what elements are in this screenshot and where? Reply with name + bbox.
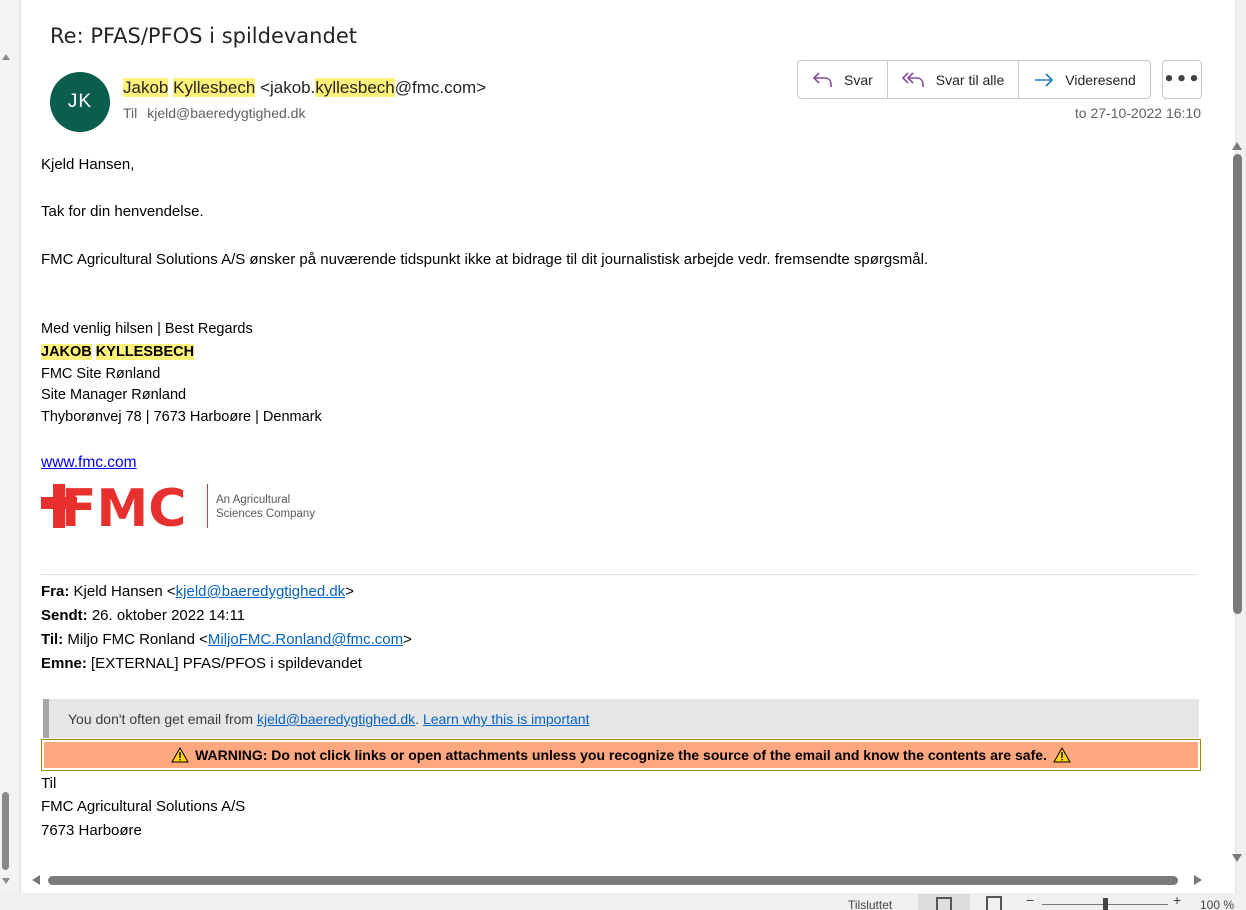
reply-all-label: Svar til alle <box>935 71 1005 88</box>
signature-first-name: JAKOB <box>41 344 92 360</box>
signature-name: JAKOB KYLLESBECH <box>41 344 195 360</box>
recipient-line: Til kjeld@baeredygtighed.dk <box>123 105 305 121</box>
message-actions: Svar Svar til alle Videresend <box>797 60 1151 99</box>
normal-view-button[interactable] <box>918 894 970 910</box>
divider <box>41 574 1197 575</box>
scroll-thumb[interactable] <box>2 792 9 870</box>
signature-last-name: KYLLESBECH <box>95 344 195 360</box>
scroll-left-icon[interactable] <box>32 875 40 885</box>
reply-all-icon <box>901 71 924 87</box>
body-line-2: FMC Agricultural Solutions A/S ønsker på… <box>41 251 929 268</box>
reading-view-icon[interactable] <box>986 896 1002 910</box>
email-subject: Re: PFAS/PFOS i spildevandet <box>50 24 357 48</box>
sender-first-name: Jakob <box>123 78 169 97</box>
reply-button[interactable]: Svar <box>798 61 888 98</box>
scroll-thumb[interactable] <box>48 876 1178 885</box>
to-address[interactable]: kjeld@baeredygtighed.dk <box>147 105 305 121</box>
quoted-to-name: Miljo FMC Ronland < <box>67 631 208 648</box>
connection-status: Tilsluttet <box>848 898 893 910</box>
body-line-1: Tak for din henvendelse. <box>41 203 204 220</box>
signature-regards: Med venlig hilsen | Best Regards <box>41 321 253 337</box>
message-vertical-scrollbar[interactable] <box>1229 138 1245 868</box>
reply-icon <box>812 71 832 87</box>
quoted-body-line-1: Til <box>41 775 57 792</box>
quoted-subject-value: [EXTERNAL] PFAS/PFOS i spildevandet <box>91 655 362 672</box>
sender-email-highlight: kyllesbech <box>315 78 395 97</box>
to-label: Til <box>123 105 138 121</box>
sender-line[interactable]: Jakob Kyllesbech <jakob.kyllesbech@fmc.c… <box>123 78 486 98</box>
forward-label: Videresend <box>1065 71 1136 88</box>
quoted-subject: Emne: [EXTERNAL] PFAS/PFOS i spildevande… <box>41 655 362 672</box>
outer-scrollbar[interactable] <box>0 0 18 910</box>
message-body: Kjeld Hansen, Tak for din henvendelse. F… <box>41 140 1201 868</box>
forward-icon <box>1035 72 1054 87</box>
fmc-tagline-2: Sciences Company <box>216 508 315 520</box>
scroll-down-icon[interactable] <box>1232 854 1242 862</box>
quoted-body-line-3: 7673 Harboøre <box>41 822 142 839</box>
scroll-up-icon[interactable] <box>1232 142 1242 150</box>
notice-dot: . <box>415 711 420 727</box>
quoted-subject-label: Emne: <box>41 655 87 672</box>
quoted-to-close: > <box>403 631 412 648</box>
warning-icon <box>171 747 189 763</box>
sent-value: 26. oktober 2022 14:11 <box>91 607 246 624</box>
quoted-sent: Sendt: 26. oktober 2022 14:11 <box>41 607 245 624</box>
warning-icon <box>1053 747 1071 763</box>
greeting: Kjeld Hansen, <box>41 156 135 173</box>
quoted-body-line-2: FMC Agricultural Solutions A/S <box>41 798 246 815</box>
scroll-down-icon[interactable] <box>2 878 10 884</box>
reply-label: Svar <box>844 71 873 88</box>
quoted-from: Fra: Kjeld Hansen <kjeld@baeredygtighed.… <box>41 583 354 600</box>
reading-pane: Re: PFAS/PFOS i spildevandet JK Jakob Ky… <box>20 0 1242 893</box>
status-bar: Tilsluttet − + 100 % <box>0 892 1246 910</box>
zoom-out-button[interactable]: − <box>1026 892 1034 908</box>
fmc-logo: FMC An Agricultural Sciences Company <box>41 479 341 539</box>
signature-site: FMC Site Rønland <box>41 366 161 382</box>
from-email-link[interactable]: kjeld@baeredygtighed.dk <box>176 583 346 600</box>
normal-view-icon <box>936 897 952 910</box>
warning-text: WARNING: Do not click links or open atta… <box>195 747 1047 763</box>
learn-why-link[interactable]: Learn why this is important <box>423 711 590 727</box>
scroll-thumb[interactable] <box>1233 154 1242 614</box>
message-date: to 27-10-2022 16:10 <box>1074 105 1201 121</box>
external-sender-notice: You don't often get email from kjeld@bae… <box>43 699 1199 738</box>
message-horizontal-scrollbar[interactable] <box>30 872 1208 888</box>
quoted-to: Til: Miljo FMC Ronland <MiljoFMC.Ronland… <box>41 631 412 648</box>
fmc-logo-graphic: FMC An Agricultural Sciences Company <box>41 479 315 539</box>
scroll-right-icon[interactable] <box>1194 875 1202 885</box>
quoted-to-label: Til: <box>41 631 64 648</box>
from-close: > <box>345 583 354 600</box>
avatar[interactable]: JK <box>50 72 110 132</box>
signature-title: Site Manager Rønland <box>41 387 187 403</box>
signature-address: Thyborønvej 78 | 7673 Harboøre | Denmark <box>41 409 322 425</box>
fmc-tagline-1: An Agricultural <box>216 494 290 506</box>
from-name: Kjeld Hansen < <box>73 583 176 600</box>
fmc-logo-text: FMC <box>61 482 186 530</box>
warning-banner: WARNING: Do not click links or open atta… <box>41 739 1201 771</box>
notice-text: You don't often get email from <box>68 711 254 727</box>
zoom-slider-handle[interactable] <box>1103 898 1108 910</box>
zoom-level[interactable]: 100 % <box>1200 898 1234 910</box>
reply-all-button[interactable]: Svar til alle <box>888 61 1020 98</box>
notice-email-link[interactable]: kjeld@baeredygtighed.dk <box>257 711 415 727</box>
zoom-in-button[interactable]: + <box>1173 892 1181 908</box>
scroll-up-icon[interactable] <box>2 54 10 60</box>
quoted-to-email-link[interactable]: MiljoFMC.Ronland@fmc.com <box>208 631 403 648</box>
sent-label: Sendt: <box>41 607 88 624</box>
sender-email-prefix: <jakob. <box>260 78 316 97</box>
website-link[interactable]: www.fmc.com <box>41 454 137 472</box>
more-actions-button[interactable]: ••• <box>1162 60 1202 99</box>
from-label: Fra: <box>41 583 70 600</box>
sender-email-suffix: @fmc.com> <box>394 78 487 97</box>
forward-button[interactable]: Videresend <box>1019 61 1150 98</box>
sender-last-name: Kyllesbech <box>173 78 256 97</box>
